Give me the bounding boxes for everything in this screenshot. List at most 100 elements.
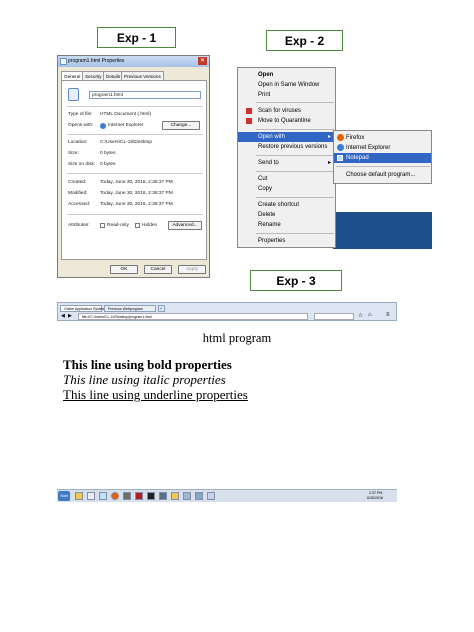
- size-label: Size:: [68, 151, 79, 156]
- submenu-choose-default-program[interactable]: Choose default program...: [334, 170, 431, 180]
- media-icon[interactable]: [123, 492, 131, 500]
- submenu-notepad[interactable]: Notepad: [334, 153, 431, 163]
- menu-divider: [256, 102, 334, 103]
- hidden-checkbox[interactable]: [135, 223, 140, 228]
- properties-dialog: program1.html Properties ✕ General Secur…: [57, 55, 210, 278]
- menu-open-with[interactable]: Open with ▸: [238, 132, 335, 142]
- close-icon[interactable]: ✕: [198, 57, 207, 65]
- exp-2-label: Exp - 2: [266, 30, 343, 51]
- html-file-icon: [68, 88, 79, 101]
- menu-divider: [256, 129, 334, 130]
- attributes-label: Attributes:: [68, 223, 90, 228]
- menu-rename[interactable]: Rename: [238, 220, 335, 230]
- image-icon[interactable]: [159, 492, 167, 500]
- menu-delete[interactable]: Delete: [238, 210, 335, 220]
- menu-move-to-quarantine[interactable]: Move to Quarantine: [238, 116, 335, 126]
- star-icon[interactable]: ☆: [358, 312, 363, 319]
- bold-line: This line using bold properties: [63, 357, 232, 372]
- pdf-icon[interactable]: [135, 492, 143, 500]
- menu-restore-previous-versions[interactable]: Restore previous versions: [238, 142, 335, 152]
- menu-icon[interactable]: ≡: [386, 312, 390, 318]
- home-icon[interactable]: ⌂: [368, 312, 372, 318]
- menu-open-with-label: Open with: [258, 134, 286, 140]
- menu-cut[interactable]: Cut: [238, 174, 335, 184]
- clock-time: 2:37 PM: [369, 491, 383, 495]
- menu-send-to[interactable]: Send to ▸: [238, 158, 335, 168]
- open-with-submenu: Firefox Internet Explorer Notepad Choose…: [333, 130, 432, 184]
- underline-line: This line using underline properties: [63, 387, 248, 402]
- submenu-firefox[interactable]: Firefox: [334, 133, 431, 143]
- pen-icon[interactable]: [87, 492, 95, 500]
- exp-1-label: Exp - 1: [97, 27, 176, 48]
- advanced-button[interactable]: Advanced...: [168, 221, 202, 230]
- submenu-notepad-label: Notepad: [346, 155, 369, 161]
- dialog-tabs: General Security Details Previous Versio…: [61, 71, 207, 80]
- app-icon[interactable]: [195, 492, 203, 500]
- created-label: Created:: [68, 180, 87, 185]
- desktop-background: [333, 212, 432, 249]
- menu-open[interactable]: Open: [238, 70, 335, 80]
- new-tab-button[interactable]: +: [158, 305, 165, 312]
- window-icon[interactable]: [207, 492, 215, 500]
- size-on-disk-label: Size on disk:: [68, 162, 96, 167]
- tab-security[interactable]: Security: [82, 71, 105, 80]
- menu-divider: [256, 155, 334, 156]
- cancel-button[interactable]: Cancel: [144, 265, 172, 274]
- folder-icon[interactable]: [171, 492, 179, 500]
- ok-button[interactable]: OK: [110, 265, 138, 274]
- divider: [67, 134, 203, 135]
- menu-copy[interactable]: Copy: [238, 184, 335, 194]
- menu-divider: [256, 197, 334, 198]
- start-label: Start: [60, 494, 68, 498]
- address-bar[interactable]: file:///C:/Users/CL-19/Desktop/program1.…: [78, 313, 308, 320]
- dialog-titlebar: program1.html Properties: [58, 56, 209, 67]
- back-icon[interactable]: ◀: [61, 313, 65, 320]
- menu-scan-for-viruses[interactable]: Scan for viruses: [238, 106, 335, 116]
- firefox-icon[interactable]: [111, 492, 119, 500]
- internet-explorer-icon: [100, 123, 106, 129]
- exp-3-label: Exp - 3: [250, 270, 342, 291]
- taskbar: Start 2:37 PM 6/30/2016: [57, 489, 397, 502]
- menu-print[interactable]: Print: [238, 90, 335, 100]
- opens-with-value: Internet Explorer: [108, 123, 144, 128]
- browser-tab-2[interactable]: Previous Webprogram: [104, 305, 156, 312]
- apply-button[interactable]: Apply: [178, 265, 206, 274]
- general-panel: program1.html Type of file: HTML Documen…: [61, 80, 207, 260]
- terminal-icon[interactable]: [147, 492, 155, 500]
- divider: [67, 173, 203, 174]
- file-name-field[interactable]: program1.html: [89, 91, 201, 99]
- chevron-right-icon: ▸: [327, 160, 331, 166]
- context-menu: Open Open in Same Window Print Scan for …: [237, 67, 336, 248]
- location-value: C:\Users\CL-19\Desktop: [100, 140, 152, 145]
- window-icon[interactable]: [183, 492, 191, 500]
- created-value: Today, June 30, 2016, 2:36:37 PM: [100, 180, 173, 185]
- browser-tab-1[interactable]: Online Application System: [60, 305, 105, 312]
- divider: [67, 214, 203, 215]
- hidden-label: Hidden: [142, 223, 158, 228]
- tab-previous-versions[interactable]: Previous Versions: [121, 71, 164, 80]
- clock-date: 6/30/2016: [367, 496, 383, 500]
- menu-divider: [256, 233, 334, 234]
- menu-create-shortcut[interactable]: Create shortcut: [238, 200, 335, 210]
- file-icon: [60, 58, 67, 65]
- divider: [67, 106, 203, 107]
- submenu-internet-explorer[interactable]: Internet Explorer: [334, 143, 431, 153]
- menu-open-same-window[interactable]: Open in Same Window: [238, 80, 335, 90]
- type-label: Type of file:: [68, 112, 93, 117]
- change-button[interactable]: Change...: [162, 121, 200, 130]
- type-value: HTML Document (.html): [100, 112, 151, 117]
- opens-with-label: Opens with:: [68, 123, 94, 128]
- start-button[interactable]: Start: [58, 491, 70, 501]
- notepad-icon[interactable]: [99, 492, 107, 500]
- search-box[interactable]: [314, 313, 354, 320]
- readonly-checkbox[interactable]: [100, 223, 105, 228]
- page-title: html program: [202, 331, 272, 345]
- accessed-label: Accessed:: [68, 202, 91, 207]
- chevron-right-icon: ▸: [327, 134, 331, 140]
- folder-icon[interactable]: [75, 492, 83, 500]
- forward-icon[interactable]: ▶: [68, 313, 72, 320]
- menu-properties[interactable]: Properties: [238, 236, 335, 246]
- location-label: Location:: [68, 140, 88, 145]
- size-on-disk-value: 0 bytes: [100, 162, 116, 167]
- tab-general[interactable]: General: [61, 71, 84, 80]
